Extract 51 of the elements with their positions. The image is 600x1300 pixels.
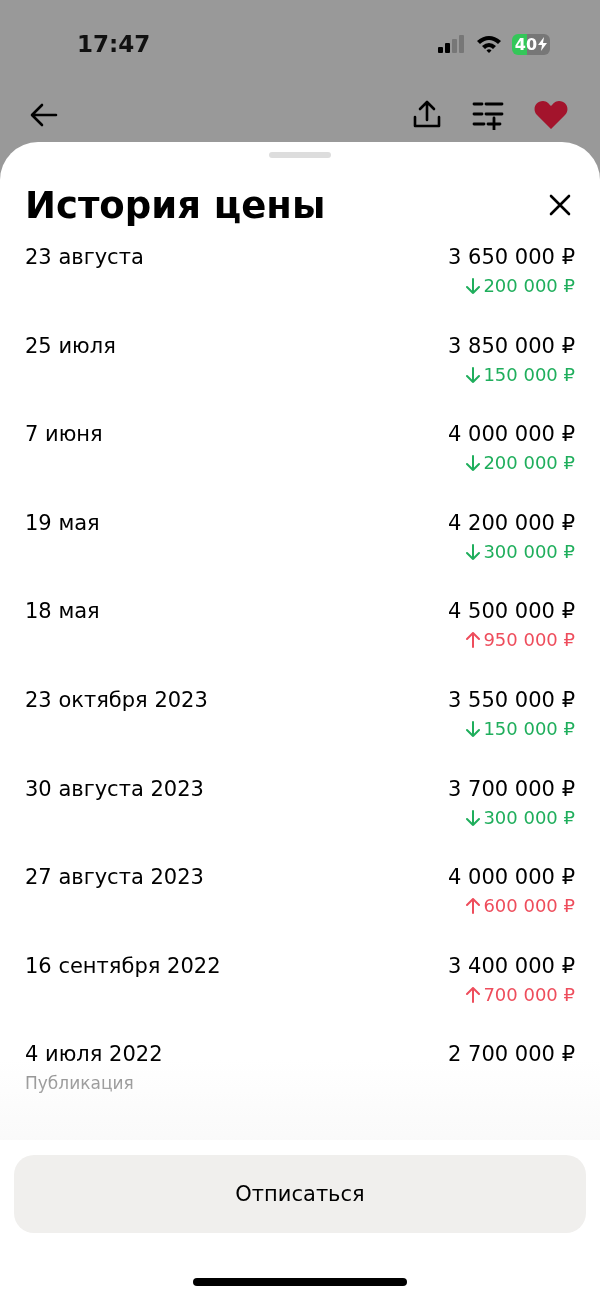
price-change: 150 000 ₽	[483, 716, 575, 741]
share-icon[interactable]	[412, 100, 442, 130]
price-change: 300 000 ₽	[483, 539, 575, 564]
price-value: 4 200 000 ₽	[448, 509, 575, 537]
history-date: 4 июля 2022	[25, 1041, 163, 1069]
history-date: 16 сентября 2022	[25, 952, 221, 980]
price-change: 950 000 ₽	[483, 628, 575, 653]
price-value: 3 550 000 ₽	[448, 686, 575, 714]
arrow-down-icon	[466, 720, 481, 737]
price-value: 3 850 000 ₽	[448, 332, 575, 360]
arrow-down-icon	[466, 278, 481, 294]
close-icon[interactable]	[549, 194, 571, 216]
event-note: Публикация	[25, 1072, 135, 1096]
price-change: 300 000 ₽	[483, 805, 575, 830]
history-date: 23 августа	[25, 244, 144, 271]
arrow-up-icon	[466, 986, 481, 1003]
arrow-down-icon	[466, 543, 481, 560]
arrow-down-icon	[466, 809, 481, 826]
wifi-icon	[476, 34, 502, 54]
unsubscribe-button[interactable]: Отписаться	[14, 1155, 586, 1233]
compare-list-icon[interactable]	[472, 100, 504, 130]
price-value: 3 400 000 ₽	[448, 952, 575, 980]
sheet-title: История цены	[25, 183, 326, 227]
arrow-down-icon	[466, 366, 481, 383]
back-arrow-icon[interactable]	[30, 103, 58, 127]
price-value: 3 650 000 ₽	[448, 244, 575, 271]
price-value: 3 700 000 ₽	[448, 775, 575, 803]
price-change: 150 000 ₽	[483, 362, 575, 387]
status-time: 17:47	[77, 31, 151, 57]
price-change: 200 000 ₽	[483, 274, 575, 298]
history-date: 27 августа 2023	[25, 864, 204, 892]
arrow-up-icon	[466, 632, 481, 649]
price-change: 200 000 ₽	[483, 451, 575, 476]
history-date: 7 июня	[25, 421, 103, 449]
price-change: 700 000 ₽	[483, 982, 575, 1007]
battery-indicator: 40	[512, 33, 550, 55]
history-date: 23 октября 2023	[25, 686, 208, 714]
history-date: 30 августа 2023	[25, 775, 204, 803]
price-value: 4 500 000 ₽	[448, 598, 575, 626]
history-date: 19 мая	[25, 509, 100, 537]
price-change: 600 000 ₽	[483, 894, 575, 919]
price-value: 4 000 000 ₽	[448, 864, 575, 892]
arrow-up-icon	[466, 898, 481, 915]
price-value: 4 000 000 ₽	[448, 421, 575, 449]
signal-icon	[438, 34, 466, 54]
heart-icon[interactable]	[534, 100, 568, 130]
arrow-down-icon	[466, 455, 481, 472]
history-date: 18 мая	[25, 598, 100, 626]
sheet-handle[interactable]	[269, 152, 331, 158]
history-date: 25 июля	[25, 332, 116, 360]
price-value: 2 700 000 ₽	[448, 1041, 575, 1069]
